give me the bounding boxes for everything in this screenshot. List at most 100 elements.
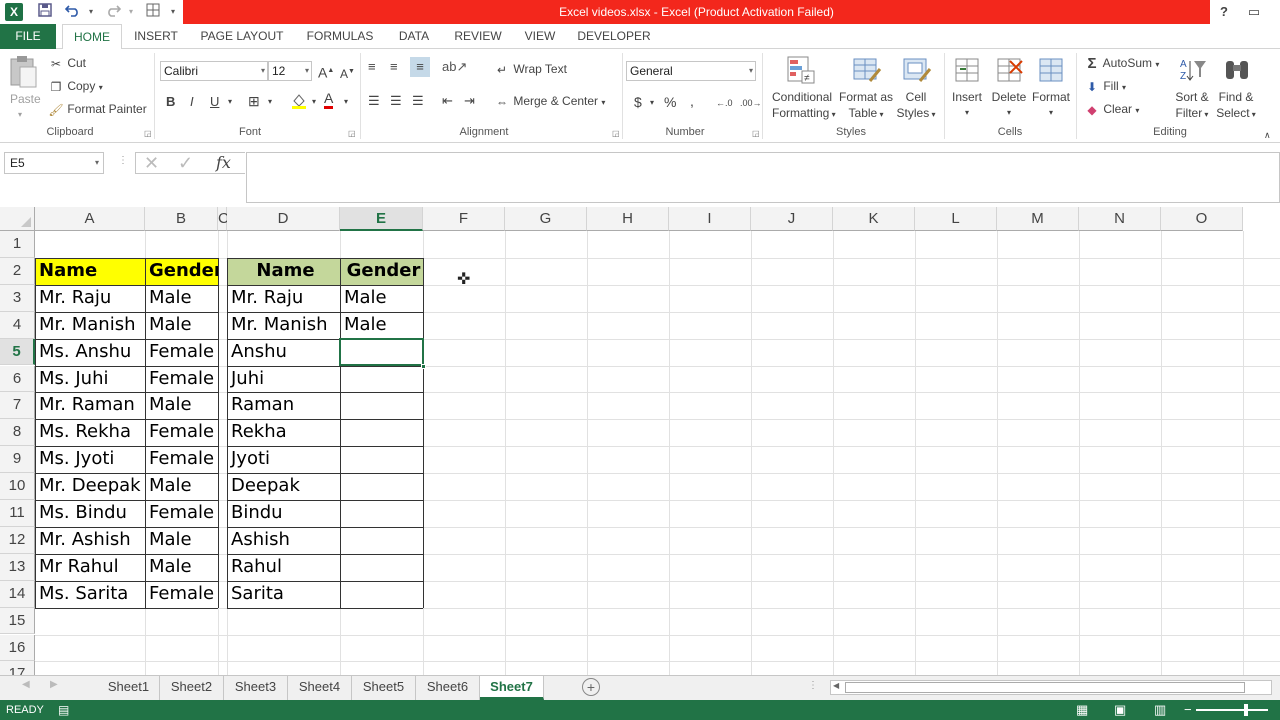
table-cell[interactable]: Ms. Jyoti (35, 446, 145, 473)
table-cell[interactable] (340, 527, 423, 554)
format-painter-button[interactable]: 🖌 Format Painter (48, 101, 146, 118)
table-cell[interactable] (340, 473, 423, 500)
font-size-select[interactable]: 12 ▾ (268, 61, 312, 81)
table-cell[interactable]: Male (145, 285, 218, 312)
table-cell[interactable]: Ms. Bindu (35, 500, 145, 527)
orientation-icon[interactable]: ab↗ (442, 59, 467, 75)
percent-button[interactable]: % (664, 94, 676, 110)
table-cell[interactable]: Male (145, 473, 218, 500)
new-sheet-icon[interactable]: + (582, 678, 600, 696)
table-cell[interactable]: Ashish (227, 527, 340, 554)
table-cell[interactable]: Rekha (227, 419, 340, 446)
table-cell[interactable]: Female (145, 419, 218, 446)
column-header-e[interactable]: E (340, 207, 423, 231)
italic-button[interactable]: I (190, 94, 194, 110)
insert-function-button[interactable]: fx (216, 153, 231, 172)
sort-filter-button[interactable]: Sort & Filter ▾ (1172, 89, 1212, 123)
row-header-14[interactable]: 14 (0, 580, 35, 608)
tab-insert[interactable]: INSERT (128, 24, 184, 49)
bold-button[interactable]: B (166, 94, 175, 110)
table-cell[interactable]: Mr. Ashish (35, 527, 145, 554)
tab-home[interactable]: HOME (62, 24, 122, 50)
number-format-select[interactable]: General ▾ (626, 61, 756, 81)
help-button[interactable]: ? (1212, 2, 1236, 22)
table-cell[interactable]: Male (145, 392, 218, 419)
sheet-tab-sheet1[interactable]: Sheet1 (98, 676, 160, 700)
customize-qat-icon[interactable]: ▾ (164, 3, 182, 21)
column-header-m[interactable]: M (997, 207, 1079, 231)
decrease-decimal-icon[interactable]: .00→ (740, 95, 762, 111)
normal-view-icon[interactable]: ▦ (1076, 700, 1088, 720)
table-cell[interactable]: Juhi (227, 366, 340, 393)
undo-dropdown-icon[interactable]: ▾ (82, 3, 100, 21)
table-cell[interactable] (340, 500, 423, 527)
font-family-select[interactable]: Calibri ▾ (160, 61, 268, 81)
align-center-icon[interactable]: ☰ (390, 93, 402, 109)
column-header-g[interactable]: G (505, 207, 587, 231)
align-middle-icon[interactable]: ≡ (390, 59, 398, 75)
number-launcher-icon[interactable]: ◲ (752, 129, 760, 138)
spreadsheet-grid[interactable]: ABCDEFGHIJKLMNO 1 2 3 4 5 6 7 8 9 10 11 12 13 14 15 16 1… (0, 207, 1280, 675)
table-cell[interactable]: Mr. Manish (35, 312, 145, 339)
alignment-launcher-icon[interactable]: ◲ (612, 129, 620, 138)
find-select-button[interactable]: Find & Select ▾ (1214, 89, 1258, 123)
table-cell[interactable]: Female (145, 366, 218, 393)
column-header-o[interactable]: O (1161, 207, 1243, 231)
tab-developer[interactable]: DEVELOPER (572, 24, 656, 49)
row-header-13[interactable]: 13 (0, 553, 35, 581)
tab-view[interactable]: VIEW (518, 24, 562, 49)
table-cell[interactable] (340, 581, 423, 608)
page-break-view-icon[interactable]: ▥ (1154, 700, 1166, 720)
row-header-7[interactable]: 7 (0, 392, 35, 420)
fill-color-button[interactable] (290, 92, 308, 114)
tab-data[interactable]: DATA (390, 24, 438, 49)
column-header-n[interactable]: N (1079, 207, 1161, 231)
table-cell[interactable]: Mr. Manish (227, 312, 340, 339)
format-as-table-button[interactable]: Format as Table ▾ (838, 89, 894, 123)
column-header-j[interactable]: J (751, 207, 833, 231)
borders-icon[interactable]: ⊞ (248, 93, 260, 109)
shrink-font-button[interactable]: A▼ (340, 64, 355, 82)
table-cell[interactable] (340, 554, 423, 581)
underline-button[interactable]: U (210, 94, 219, 110)
clear-button[interactable]: ◆ Clear ▾ (1084, 101, 1139, 119)
insert-cells-icon[interactable] (952, 55, 984, 87)
sheet-tab-sheet4[interactable]: Sheet4 (288, 676, 352, 700)
table-cell[interactable]: Ms. Rekha (35, 419, 145, 446)
row-header-9[interactable]: 9 (0, 446, 35, 474)
paste-icon[interactable] (8, 55, 40, 88)
zoom-out-icon[interactable]: − (1184, 700, 1192, 720)
scroll-left-icon[interactable]: ◀ (22, 679, 30, 690)
row-header-11[interactable]: 11 (0, 500, 35, 527)
row-header-2[interactable]: 2 (0, 257, 35, 285)
format-cells-button[interactable]: Format ▾ (1030, 89, 1072, 121)
table-cell[interactable]: Jyoti (227, 446, 340, 473)
align-top-icon[interactable]: ≡ (368, 59, 376, 75)
delete-cells-button[interactable]: Delete ▾ (990, 89, 1028, 121)
zoom-slider[interactable] (1196, 709, 1268, 711)
increase-indent-icon[interactable]: ⇥ (464, 93, 475, 109)
decrease-indent-icon[interactable]: ⇤ (442, 93, 453, 109)
align-right-icon[interactable]: ☰ (412, 93, 424, 109)
table-cell[interactable]: Female (145, 446, 218, 473)
formula-input[interactable] (246, 152, 1280, 203)
tab-formulas[interactable]: FORMULAS (300, 24, 380, 49)
merge-center-button[interactable]: ⇔ Merge & Center ▾ (494, 93, 605, 111)
insert-cells-button[interactable]: Insert ▾ (950, 89, 984, 121)
redo-dropdown-icon[interactable]: ▾ (122, 3, 140, 21)
binoculars-icon[interactable] (1222, 55, 1254, 87)
column-header-c[interactable]: C (218, 207, 229, 231)
align-left-icon[interactable]: ☰ (368, 93, 380, 109)
table-cell[interactable]: Mr. Deepak (35, 473, 145, 500)
row-header-12[interactable]: 12 (0, 526, 35, 554)
row-header-10[interactable]: 10 (0, 473, 35, 500)
table-cell[interactable]: Anshu (227, 339, 340, 366)
format-as-table-icon[interactable] (852, 55, 884, 87)
row-header-4[interactable]: 4 (0, 311, 35, 339)
cell-styles-icon[interactable] (902, 55, 934, 87)
conditional-formatting-button[interactable]: Conditional Formatting ▾ (772, 89, 836, 123)
table-cell[interactable]: Mr. Raju (35, 285, 145, 312)
table-cell[interactable]: Mr Rahul (35, 554, 145, 581)
font-color-button[interactable]: A (324, 91, 334, 109)
scrollbar-thumb[interactable] (845, 682, 1245, 693)
